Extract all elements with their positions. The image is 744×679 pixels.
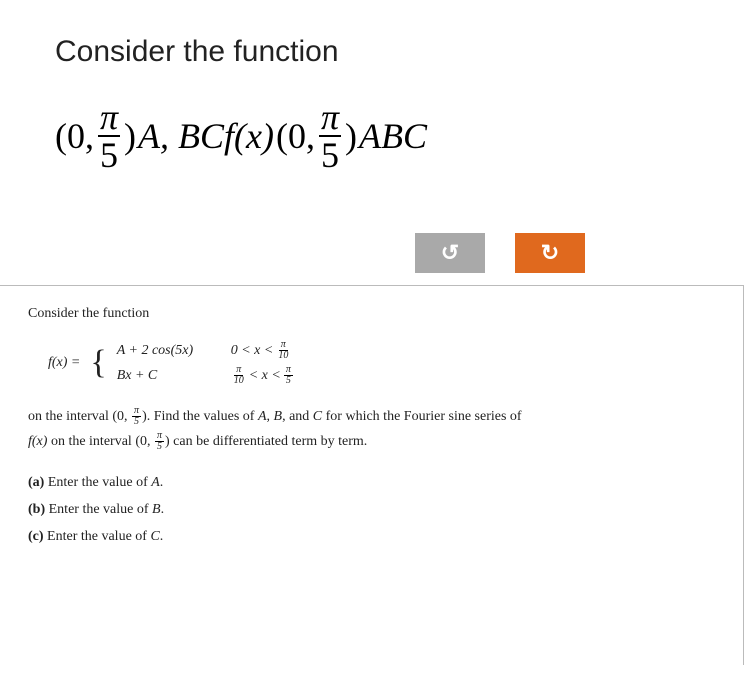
body-pre: on the interval	[28, 409, 112, 424]
math-mid1: A, BCf(x)	[138, 115, 274, 157]
math-close2: )	[345, 115, 357, 157]
question-panel: Consider the function f(x) = { A + 2 cos…	[0, 285, 744, 665]
case1-frac: π 10	[276, 340, 290, 361]
question-parts: (a) Enter the value of A. (b) Enter the …	[28, 470, 715, 550]
math-frac1: π 5	[98, 99, 120, 173]
case2-frac-right: π 5	[284, 365, 293, 386]
var-A: A	[258, 409, 267, 424]
math-close1: )	[124, 115, 136, 157]
undo-button[interactable]: ↺	[415, 233, 485, 273]
case2-expr: Bx + C	[117, 368, 217, 384]
case2-frac-left: π 10	[232, 365, 246, 386]
case2-fracr-d: 5	[284, 376, 293, 386]
body-text: on the interval (0, π5). Find the values…	[28, 404, 715, 454]
part-b-pre: Enter the value of	[49, 502, 152, 517]
page-title: Consider the function	[55, 35, 744, 69]
part-c-post: .	[160, 529, 164, 544]
undo-icon: ↺	[441, 240, 459, 266]
part-b: (b) Enter the value of B.	[28, 497, 715, 524]
part-c-pre: Enter the value of	[47, 529, 150, 544]
big-math-expression: (0, π 5 ) A, BCf(x) (0, π 5 ) ABC	[55, 99, 744, 173]
case2-cond-mid: < x <	[249, 368, 281, 384]
int1-d: 5	[132, 417, 141, 427]
part-b-post: .	[161, 502, 165, 517]
part-a-var: A	[151, 475, 160, 490]
frac1-den: 5	[98, 137, 120, 173]
part-a-post: .	[160, 475, 164, 490]
case2-cond: π 10 < x < π 5	[231, 365, 294, 386]
part-b-label: (b)	[28, 502, 45, 517]
part-c-label: (c)	[28, 529, 44, 544]
body-mid2: , and	[282, 409, 313, 424]
case2-fracl-d: 10	[232, 376, 246, 386]
frac2-num: π	[319, 99, 341, 137]
body-mid3: for which the Fourier sine series of	[322, 409, 521, 424]
interval1-open: (0,	[112, 409, 131, 424]
var-C: C	[313, 409, 322, 424]
cases: A + 2 cos(5x) 0 < x < π 10 Bx + C π 10	[117, 340, 294, 386]
part-a-pre: Enter the value of	[48, 475, 151, 490]
body-l2-pre-fx: f(x)	[28, 434, 47, 449]
body-l2-post: can be differentiated term by term.	[170, 434, 368, 449]
button-row: ↺ ↻	[415, 233, 744, 273]
interval1-frac: π5	[132, 406, 141, 427]
part-c-var: C	[150, 529, 159, 544]
top-area: Consider the function (0, π 5 ) A, BCf(x…	[0, 0, 744, 273]
case1-frac-d: 10	[276, 351, 290, 361]
math-open1: (0,	[55, 115, 94, 157]
case1-expr: A + 2 cos(5x)	[117, 343, 217, 359]
frac1-num: π	[98, 99, 120, 137]
case-row-2: Bx + C π 10 < x < π 5	[117, 365, 294, 386]
panel-title: Consider the function	[28, 306, 715, 322]
part-a-label: (a)	[28, 475, 44, 490]
var-B: B	[274, 409, 283, 424]
interval2-open: (0,	[135, 434, 154, 449]
interval2-frac: π5	[155, 431, 164, 452]
brace-icon: {	[90, 346, 106, 380]
math-mid2: ABC	[359, 115, 427, 157]
int2-d: 5	[155, 442, 164, 452]
part-b-var: B	[152, 502, 161, 517]
piecewise-function: f(x) = { A + 2 cos(5x) 0 < x < π 10 Bx +…	[48, 340, 715, 386]
body-l2-pre: on the interval	[51, 434, 135, 449]
fx-label: f(x) =	[48, 355, 80, 371]
math-open2: (0,	[276, 115, 315, 157]
frac2-den: 5	[319, 137, 341, 173]
case1-cond: 0 < x < π 10	[231, 340, 292, 361]
redo-button[interactable]: ↻	[515, 233, 585, 273]
redo-icon: ↻	[541, 240, 559, 266]
body-mid: . Find the values of	[147, 409, 258, 424]
case1-cond-pre: 0 < x <	[231, 343, 274, 359]
part-c: (c) Enter the value of C.	[28, 524, 715, 551]
part-a: (a) Enter the value of A.	[28, 470, 715, 497]
case-row-1: A + 2 cos(5x) 0 < x < π 10	[117, 340, 294, 361]
math-frac2: π 5	[319, 99, 341, 173]
